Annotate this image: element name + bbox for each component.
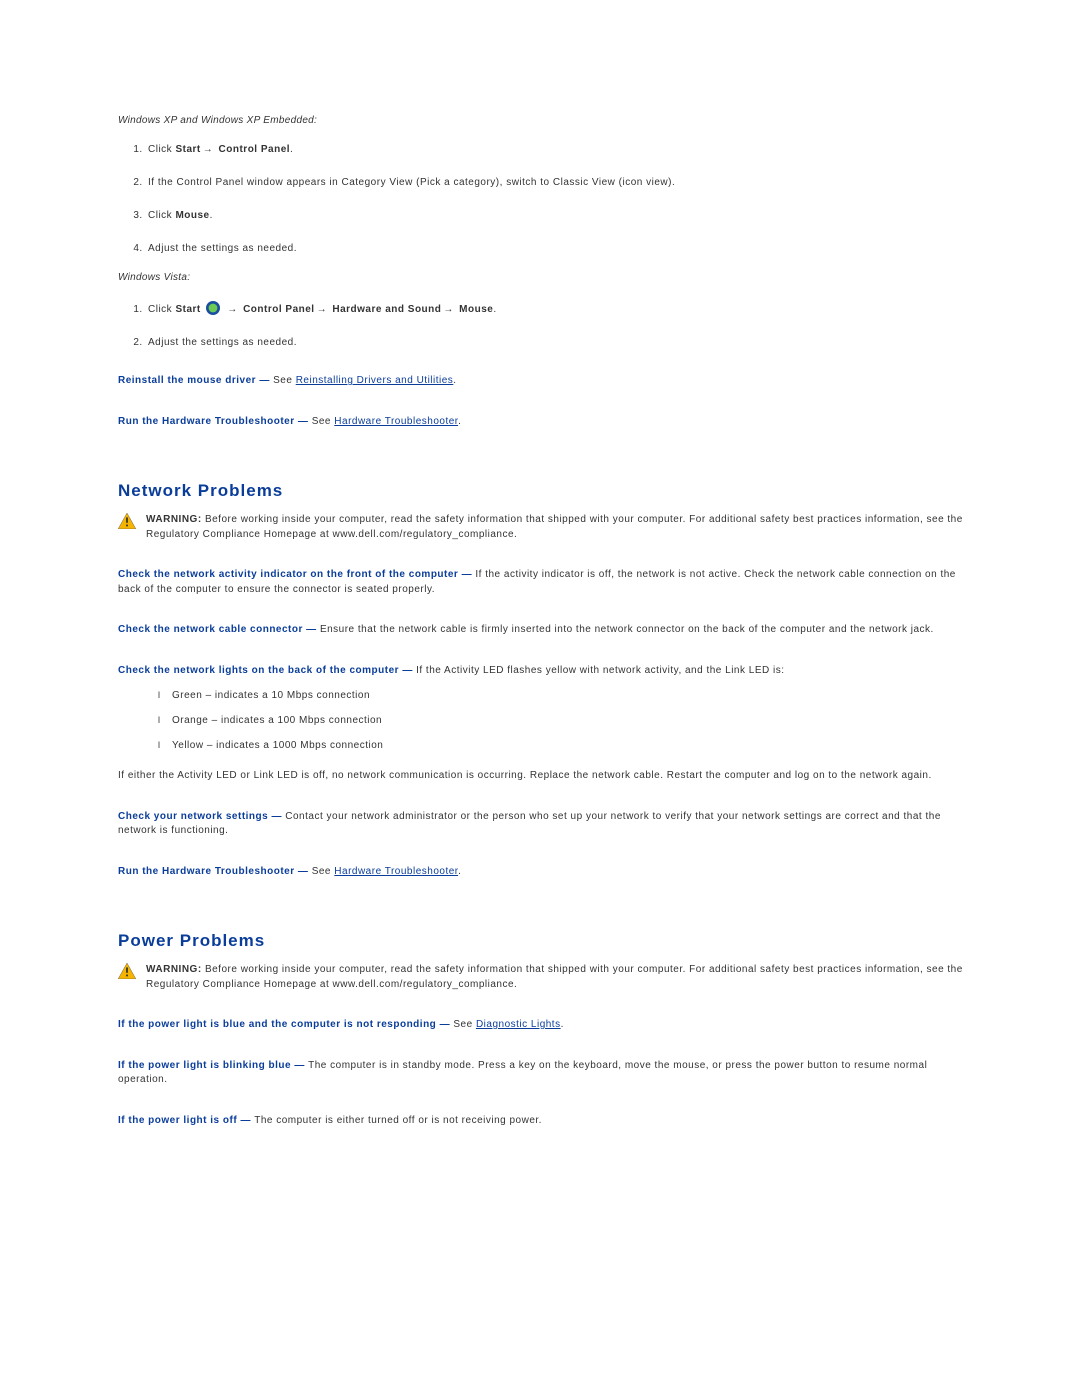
step-text: If the Control Panel window appears in C…: [148, 177, 675, 188]
warning-label: WARNING:: [146, 514, 205, 525]
led-color-list: Green – indicates a 10 Mbps connection O…: [118, 690, 970, 751]
period: .: [458, 866, 461, 877]
see-text: See: [453, 1019, 476, 1030]
action-lead: Reinstall the mouse driver —: [118, 375, 273, 386]
list-item: Click Start → Control Panel→ Hardware an…: [146, 301, 970, 315]
action-lead: If the power light is blinking blue —: [118, 1060, 308, 1071]
period: .: [453, 375, 456, 386]
body-text: Ensure that the network cable is firmly …: [320, 624, 934, 635]
hw-troubleshooter-para: Run the Hardware Troubleshooter — See Ha…: [118, 415, 970, 430]
warning-triangle-icon: [118, 513, 136, 529]
step-text-bold: Start: [175, 304, 204, 315]
warning-triangle-icon: [118, 963, 136, 979]
warning-body: Before working inside your computer, rea…: [146, 964, 963, 990]
reinstalling-drivers-link[interactable]: Reinstalling Drivers and Utilities: [296, 375, 454, 386]
vista-steps-list: Click Start → Control Panel→ Hardware an…: [118, 301, 970, 348]
period: .: [290, 144, 293, 155]
arrow-icon: →: [315, 304, 330, 315]
network-problems-heading: Network Problems: [118, 481, 970, 501]
list-item: Click Start→ Control Panel.: [146, 144, 970, 155]
step-text: Adjust the settings as needed.: [148, 243, 297, 254]
step-text-bold: Control Panel: [240, 304, 315, 315]
network-settings-para: Check your network settings — Contact yo…: [118, 810, 970, 839]
led-off-para: If either the Activity LED or Link LED i…: [118, 769, 970, 784]
period: .: [210, 210, 213, 221]
power-off-para: If the power light is off — The computer…: [118, 1114, 970, 1129]
power-problems-heading: Power Problems: [118, 931, 970, 951]
period: .: [493, 304, 496, 315]
action-lead: Check the network lights on the back of …: [118, 665, 416, 676]
step-text: Adjust the settings as needed.: [148, 337, 297, 348]
list-item: Orange – indicates a 100 Mbps connection: [158, 715, 970, 726]
hardware-troubleshooter-link[interactable]: Hardware Troubleshooter: [334, 416, 458, 427]
power-blinking-blue-para: If the power light is blinking blue — Th…: [118, 1059, 970, 1088]
action-lead: Run the Hardware Troubleshooter —: [118, 866, 312, 877]
power-blue-not-responding-para: If the power light is blue and the compu…: [118, 1018, 970, 1033]
list-item: Green – indicates a 10 Mbps connection: [158, 690, 970, 701]
list-item: Click Mouse.: [146, 210, 970, 221]
network-lights-para: Check the network lights on the back of …: [118, 664, 970, 679]
xp-heading: Windows XP and Windows XP Embedded:: [118, 115, 970, 126]
step-text-bold: Start: [175, 144, 200, 155]
vista-heading: Windows Vista:: [118, 272, 970, 283]
xp-steps-list: Click Start→ Control Panel. If the Contr…: [118, 144, 970, 254]
arrow-icon: →: [201, 144, 216, 155]
see-text: See: [312, 416, 335, 427]
arrow-icon: →: [225, 304, 240, 315]
list-item: Adjust the settings as needed.: [146, 243, 970, 254]
action-lead: Check the network cable connector —: [118, 624, 320, 635]
warning-block: WARNING: Before working inside your comp…: [118, 963, 970, 992]
see-text: See: [273, 375, 296, 386]
diagnostic-lights-link[interactable]: Diagnostic Lights: [476, 1019, 561, 1030]
list-item: Adjust the settings as needed.: [146, 337, 970, 348]
step-text-bold: Mouse: [175, 210, 209, 221]
list-item: Yellow – indicates a 1000 Mbps connectio…: [158, 740, 970, 751]
action-lead: Run the Hardware Troubleshooter —: [118, 416, 312, 427]
warning-block: WARNING: Before working inside your comp…: [118, 513, 970, 542]
network-cable-para: Check the network cable connector — Ensu…: [118, 623, 970, 638]
hardware-troubleshooter-link[interactable]: Hardware Troubleshooter: [334, 866, 458, 877]
step-text-bold: Mouse: [456, 304, 493, 315]
warning-label: WARNING:: [146, 964, 205, 975]
action-lead: If the power light is off —: [118, 1115, 254, 1126]
body-text: The computer is either turned off or is …: [254, 1115, 542, 1126]
period: .: [458, 416, 461, 427]
arrow-icon: →: [441, 304, 456, 315]
warning-body: Before working inside your computer, rea…: [146, 514, 963, 540]
step-text: Click: [148, 210, 175, 221]
step-text: Click: [148, 304, 175, 315]
action-lead: Check your network settings —: [118, 811, 285, 822]
network-activity-para: Check the network activity indicator on …: [118, 568, 970, 597]
see-text: See: [312, 866, 335, 877]
step-text-bold: Hardware and Sound: [329, 304, 441, 315]
windows-start-icon: [206, 301, 220, 315]
body-text: If the Activity LED flashes yellow with …: [416, 665, 784, 676]
step-text-bold: Control Panel: [215, 144, 290, 155]
step-text: Click: [148, 144, 175, 155]
action-lead: If the power light is blue and the compu…: [118, 1019, 453, 1030]
reinstall-driver-para: Reinstall the mouse driver — See Reinsta…: [118, 374, 970, 389]
action-lead: Check the network activity indicator on …: [118, 569, 475, 580]
body-text: If either the Activity LED or Link LED i…: [118, 770, 932, 781]
period: .: [561, 1019, 564, 1030]
hw-troubleshooter-para: Run the Hardware Troubleshooter — See Ha…: [118, 865, 970, 880]
list-item: If the Control Panel window appears in C…: [146, 177, 970, 188]
